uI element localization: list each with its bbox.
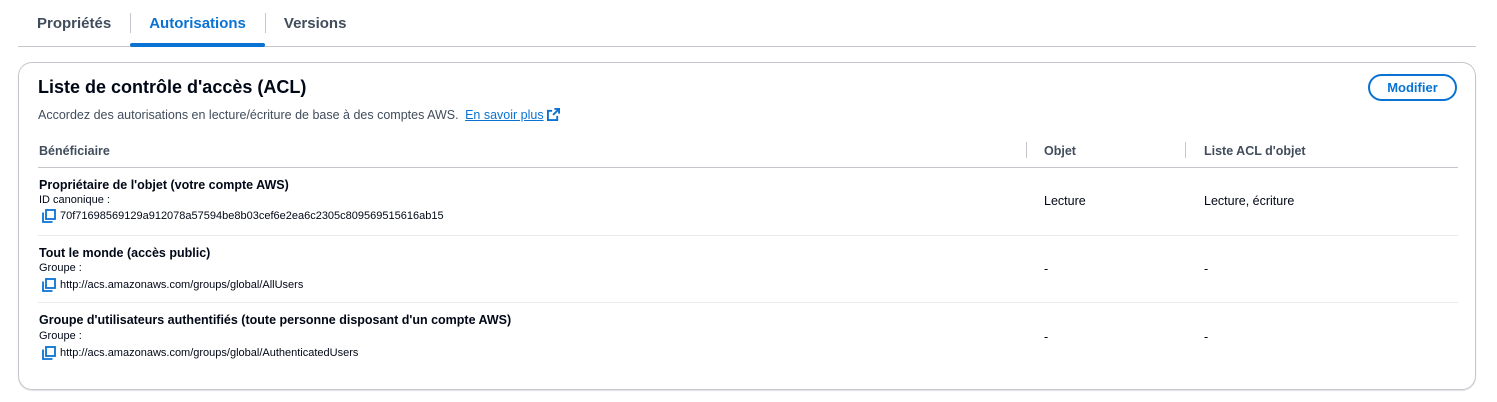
tab-permissions-label: Autorisations (149, 14, 246, 32)
tab-versions[interactable]: Versions (264, 0, 366, 46)
grantee-name: Tout le monde (accès public) (39, 246, 211, 260)
tab-bar: Propriétés Autorisations Versions (18, 0, 1476, 47)
tab-properties-label: Propriétés (37, 14, 112, 32)
acl-panel: Liste de contrôle d'accès (ACL) Accordez… (18, 62, 1476, 390)
grantee-name: Propriétaire de l'objet (votre compte AW… (39, 178, 289, 192)
column-divider (1185, 142, 1186, 158)
column-header-grantee[interactable]: Bénéficiaire (39, 144, 110, 158)
grantee-id-label: Groupe : (39, 330, 82, 342)
column-divider (1026, 142, 1027, 158)
object-acl-permission: - (1204, 262, 1209, 276)
column-header-object-acl[interactable]: Liste ACL d'objet (1204, 144, 1306, 158)
grantee-id: 70f71698569129a912078a57594be8b03cef6e2e… (42, 209, 444, 223)
grantee-id-value: http://acs.amazonaws.com/groups/global/A… (60, 279, 304, 291)
column-header-object[interactable]: Objet (1044, 144, 1076, 158)
object-permission: - (1044, 330, 1049, 344)
row-divider (38, 302, 1458, 303)
grantee-name: Groupe d'utilisateurs authentifiés (tout… (39, 313, 512, 327)
tab-permissions[interactable]: Autorisations (130, 0, 265, 47)
external-link-icon (546, 108, 560, 121)
grantee-id: http://acs.amazonaws.com/groups/global/A… (42, 278, 303, 292)
header-divider (38, 167, 1458, 168)
tab-properties[interactable]: Propriétés (18, 0, 130, 46)
object-acl-permission: - (1204, 330, 1209, 344)
grantee-id: http://acs.amazonaws.com/groups/global/A… (42, 346, 358, 360)
grantee-id-label: Groupe : (39, 262, 82, 274)
modify-button[interactable]: Modifier (1368, 74, 1457, 101)
panel-description: Accordez des autorisations en lecture/éc… (38, 108, 560, 122)
copy-icon[interactable] (42, 346, 56, 360)
object-acl-permission: Lecture, écriture (1204, 194, 1295, 208)
object-permission: - (1044, 262, 1049, 276)
copy-icon[interactable] (42, 278, 56, 292)
row-divider (38, 235, 1458, 236)
grantee-id-value: 70f71698569129a912078a57594be8b03cef6e2e… (60, 210, 444, 222)
panel-description-text: Accordez des autorisations en lecture/éc… (38, 108, 459, 122)
object-permission: Lecture (1044, 194, 1086, 208)
grantee-id-value: http://acs.amazonaws.com/groups/global/A… (60, 347, 359, 359)
panel-title: Liste de contrôle d'accès (ACL) (38, 77, 307, 97)
learn-more-label: En savoir plus (465, 108, 544, 122)
grantee-id-label: ID canonique : (39, 194, 110, 206)
learn-more-link[interactable]: En savoir plus (465, 108, 560, 122)
copy-icon[interactable] (42, 209, 56, 223)
tab-versions-label: Versions (283, 14, 347, 32)
